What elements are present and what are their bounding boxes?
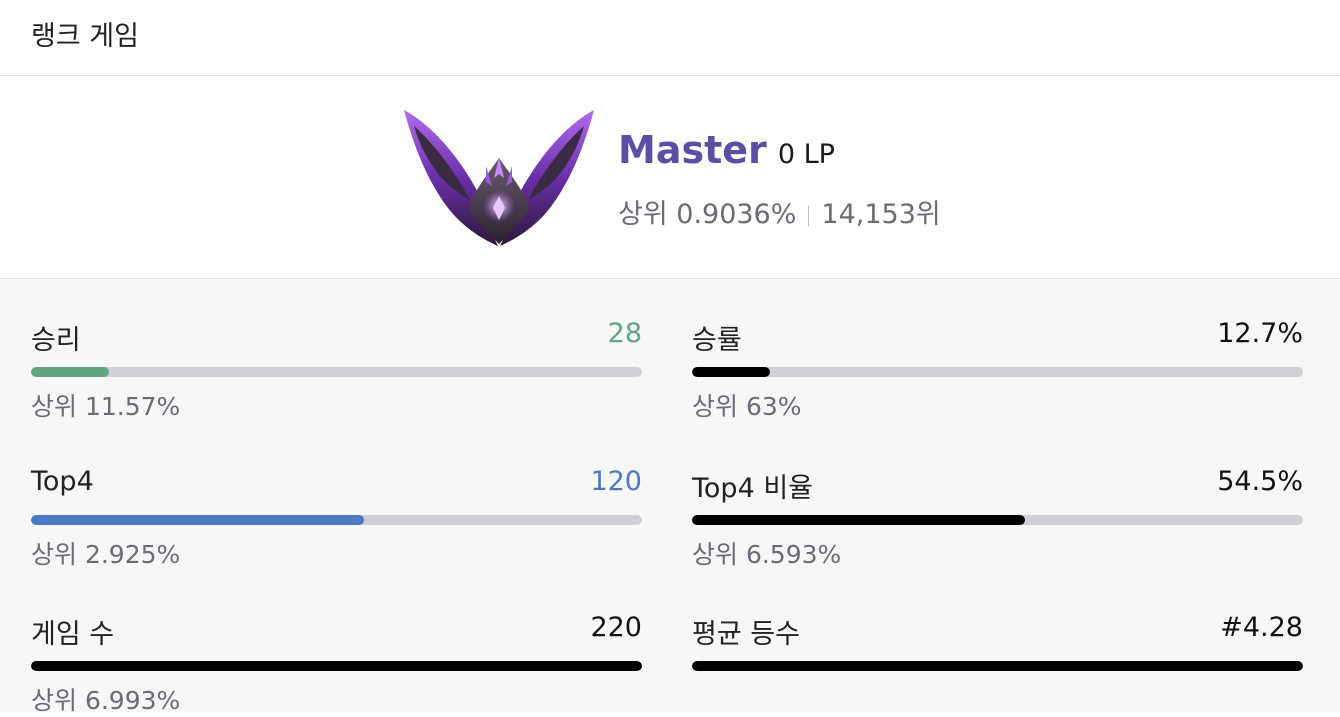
stat-label: Top4 — [31, 466, 94, 497]
stat-bar — [692, 661, 1303, 671]
rank-divider — [808, 205, 810, 226]
stat-top4-rate: Top4 비율 54.5% 상위 6.593% — [692, 466, 1303, 569]
stat-value: 54.5% — [1217, 466, 1303, 497]
stat-bar — [692, 367, 1303, 377]
stat-value: 28 — [607, 318, 642, 349]
stat-bar-fill — [31, 661, 642, 671]
rank-info: 상위 0.9036% 14,153위 — [618, 192, 941, 231]
stat-bar-fill — [692, 661, 1303, 671]
stat-avg-placement: 평균 등수 #4.28 — [692, 612, 1303, 671]
stat-value: 12.7% — [1217, 318, 1303, 349]
page-header: 랭크 게임 — [0, 0, 1340, 76]
stat-bar — [692, 515, 1303, 525]
stat-percentile: 상위 11.57% — [31, 392, 181, 421]
stats-grid: 승리 28 상위 11.57% 승률 12.7% 상위 63% Top4 120… — [0, 279, 1340, 715]
tier-title: Master 0 LP — [618, 128, 835, 172]
stat-label: 게임 수 — [31, 619, 115, 650]
stat-bar-fill — [31, 515, 364, 525]
stat-label: 평균 등수 — [692, 619, 800, 650]
stat-bar — [31, 661, 642, 671]
stat-bar — [31, 367, 642, 377]
tier-name: Master — [618, 128, 767, 172]
stat-top4: Top4 120 상위 2.925% — [31, 466, 642, 569]
stat-bar — [31, 515, 642, 525]
stat-label: 승률 — [692, 325, 742, 356]
stat-value: #4.28 — [1220, 612, 1303, 643]
stat-percentile: 상위 2.925% — [31, 540, 181, 569]
stat-label: 승리 — [31, 325, 81, 356]
page-title: 랭크 게임 — [31, 21, 139, 52]
stat-value: 120 — [590, 466, 642, 497]
stat-percentile: 상위 63% — [692, 392, 802, 421]
master-emblem-icon — [404, 110, 594, 246]
top-percent: 상위 0.9036% — [618, 199, 797, 230]
stat-value: 220 — [590, 612, 642, 643]
stat-bar-fill — [31, 367, 109, 377]
stat-bar-fill — [692, 515, 1025, 525]
stat-wins: 승리 28 상위 11.57% — [31, 318, 642, 421]
rank-position: 14,153위 — [821, 199, 941, 230]
stat-games: 게임 수 220 상위 6.993% — [31, 612, 642, 715]
stat-bar-fill — [692, 367, 770, 377]
tier-lp: 0 LP — [777, 139, 835, 170]
stat-label: Top4 비율 — [692, 473, 814, 504]
stat-win-rate: 승률 12.7% 상위 63% — [692, 318, 1303, 421]
stat-percentile: 상위 6.593% — [692, 540, 842, 569]
tier-summary: Master 0 LP 상위 0.9036% 14,153위 — [0, 76, 1340, 279]
